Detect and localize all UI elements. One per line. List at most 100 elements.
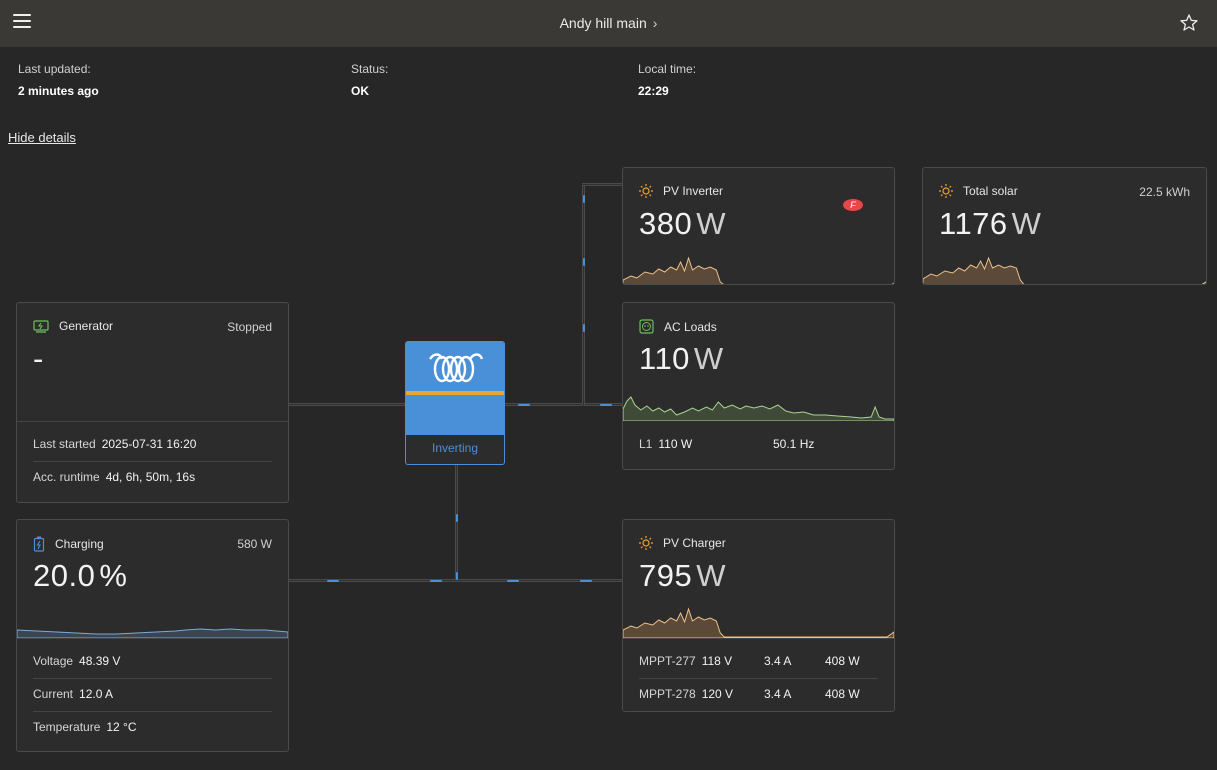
- sun-icon: [639, 184, 653, 198]
- pv-charger-header: PV Charger: [639, 536, 726, 550]
- generator-header: Generator: [33, 319, 113, 333]
- battery-card[interactable]: Charging 580 W 20.0% Voltage 48.39 V Curr…: [16, 519, 289, 752]
- status-value: OK: [351, 84, 369, 98]
- battery-value: 20.0%: [33, 558, 127, 594]
- total-solar-card[interactable]: Total solar 22.5 kWh 1176 W: [922, 167, 1207, 285]
- total-solar-energy: 22.5 kWh: [1139, 185, 1190, 199]
- battery-voltage-row: Voltage 48.39 V: [33, 654, 120, 668]
- ac-loads-value: 110 W: [639, 341, 724, 377]
- inverter-state: Inverting: [431, 441, 479, 455]
- row-divider: [33, 711, 272, 712]
- hide-details-link[interactable]: Hide details: [8, 130, 76, 145]
- site-title: Andy hill main: [559, 15, 647, 31]
- sun-icon: [639, 536, 653, 550]
- total-solar-value: 1176 W: [939, 206, 1041, 242]
- socket-icon: [639, 319, 654, 334]
- battery-unit: %: [99, 558, 128, 593]
- battery-current-row: Current 12.0 A: [33, 687, 113, 701]
- generator-value: -: [33, 341, 44, 376]
- flow-dot: [583, 195, 585, 203]
- pv-charger-card[interactable]: PV Charger 795 W MPPT-277 118 V 3.4 A 408 …: [622, 519, 895, 712]
- mppt-name: MPPT-277: [639, 654, 696, 668]
- total-solar-header: Total solar: [939, 184, 1018, 198]
- ac-loads-title: AC Loads: [664, 319, 717, 334]
- flow-dot: [518, 404, 530, 406]
- ac-loads-sparkline: [623, 396, 894, 421]
- status: Status: OK: [351, 62, 388, 98]
- flow-dot: [456, 514, 458, 522]
- wire-inverter-dc: [455, 464, 458, 582]
- total-solar-power: 1176: [939, 206, 1008, 241]
- pv-charger-sparkline: [623, 607, 894, 638]
- battery-sparkline: [17, 628, 288, 638]
- row-value: 12 °C: [106, 720, 137, 734]
- phase-label: L1: [639, 437, 653, 451]
- mppt-power: 408 W: [825, 687, 860, 701]
- wire-pv-inverter: [582, 183, 623, 186]
- inverter-logo-area: [406, 342, 504, 393]
- generator-icon: [33, 319, 49, 333]
- mppt-current: 3.4 A: [764, 654, 792, 668]
- star-icon[interactable]: [1179, 13, 1199, 33]
- total-solar-title: Total solar: [963, 184, 1018, 198]
- mppt-name: MPPT-278: [639, 687, 696, 701]
- mppt-voltage: 120 V: [701, 687, 734, 701]
- site-selector[interactable]: Andy hill main ›: [0, 15, 1217, 31]
- flow-dot: [600, 404, 612, 406]
- top-bar: Andy hill main ›: [0, 0, 1217, 47]
- inverter-body: [406, 395, 504, 435]
- pv-inverter-title: PV Inverter: [663, 184, 724, 198]
- battery-title: Charging: [55, 537, 104, 551]
- row-divider: [639, 678, 878, 679]
- inverter-box[interactable]: Inverting: [405, 341, 505, 465]
- total-solar-unit: W: [1011, 206, 1042, 241]
- mppt-current: 3.4 A: [764, 687, 792, 701]
- row-divider: [33, 461, 272, 462]
- generator-runtime: Acc. runtime 4d, 6h, 50m, 16s: [33, 470, 195, 484]
- last-updated: Last updated: 2 minutes ago: [18, 62, 99, 98]
- wire-vertical-pv: [582, 183, 585, 406]
- flow-dot: [580, 580, 592, 582]
- total-solar-sparkline: [923, 256, 1206, 284]
- pv-inverter-power: 380: [639, 206, 693, 241]
- pv-charger-value: 795 W: [639, 558, 726, 594]
- mppt-power: 408 W: [825, 654, 860, 668]
- ac-loads-power: 110: [639, 341, 690, 376]
- row-value: 4d, 6h, 50m, 16s: [105, 470, 196, 484]
- last-updated-value: 2 minutes ago: [18, 84, 99, 98]
- row-label: Acc. runtime: [33, 470, 100, 484]
- ac-loads-phase-row: L1 110 W: [639, 437, 692, 451]
- sun-icon: [939, 184, 953, 198]
- status-label: Status:: [351, 62, 389, 76]
- flow-dot: [327, 580, 339, 582]
- pv-inverter-sparkline: [623, 256, 894, 284]
- local-time: Local time: 22:29: [638, 62, 696, 98]
- wire-generator-inverter: [288, 403, 406, 406]
- divider: [17, 421, 288, 422]
- victron-logo-icon: [429, 353, 484, 383]
- pv-inverter-header: PV Inverter: [639, 184, 723, 198]
- mppt-voltage: 118 V: [701, 654, 733, 668]
- ac-loads-frequency: 50.1 Hz: [773, 437, 815, 451]
- row-value: 48.39 V: [79, 654, 121, 668]
- row-value: 2025-07-31 16:20: [101, 437, 197, 451]
- svg-text:F: F: [850, 200, 856, 210]
- fronius-logo-icon: F: [843, 199, 863, 211]
- ac-loads-card[interactable]: AC Loads 110 W L1 110 W 50.1 Hz: [622, 302, 895, 470]
- battery-temperature-row: Temperature 12 °C: [33, 720, 137, 734]
- local-time-value: 22:29: [638, 84, 669, 98]
- row-label: Voltage: [33, 654, 74, 668]
- battery-power: 580 W: [237, 537, 272, 551]
- generator-card[interactable]: Generator Stopped - Last started 2025-07-…: [16, 302, 289, 503]
- pv-inverter-value: 380 W: [639, 206, 726, 242]
- generator-last-started: Last started 2025-07-31 16:20: [33, 437, 196, 451]
- row-label: Current: [33, 687, 74, 701]
- ac-loads-header: AC Loads: [639, 319, 717, 334]
- last-updated-label: Last updated:: [18, 62, 91, 76]
- pv-inverter-unit: W: [696, 206, 726, 241]
- pv-inverter-card[interactable]: PV Inverter F 380 W: [622, 167, 895, 285]
- generator-title: Generator: [59, 319, 114, 333]
- flow-dot: [430, 580, 442, 582]
- row-divider: [33, 678, 272, 679]
- battery-soc: 20.0: [33, 558, 96, 593]
